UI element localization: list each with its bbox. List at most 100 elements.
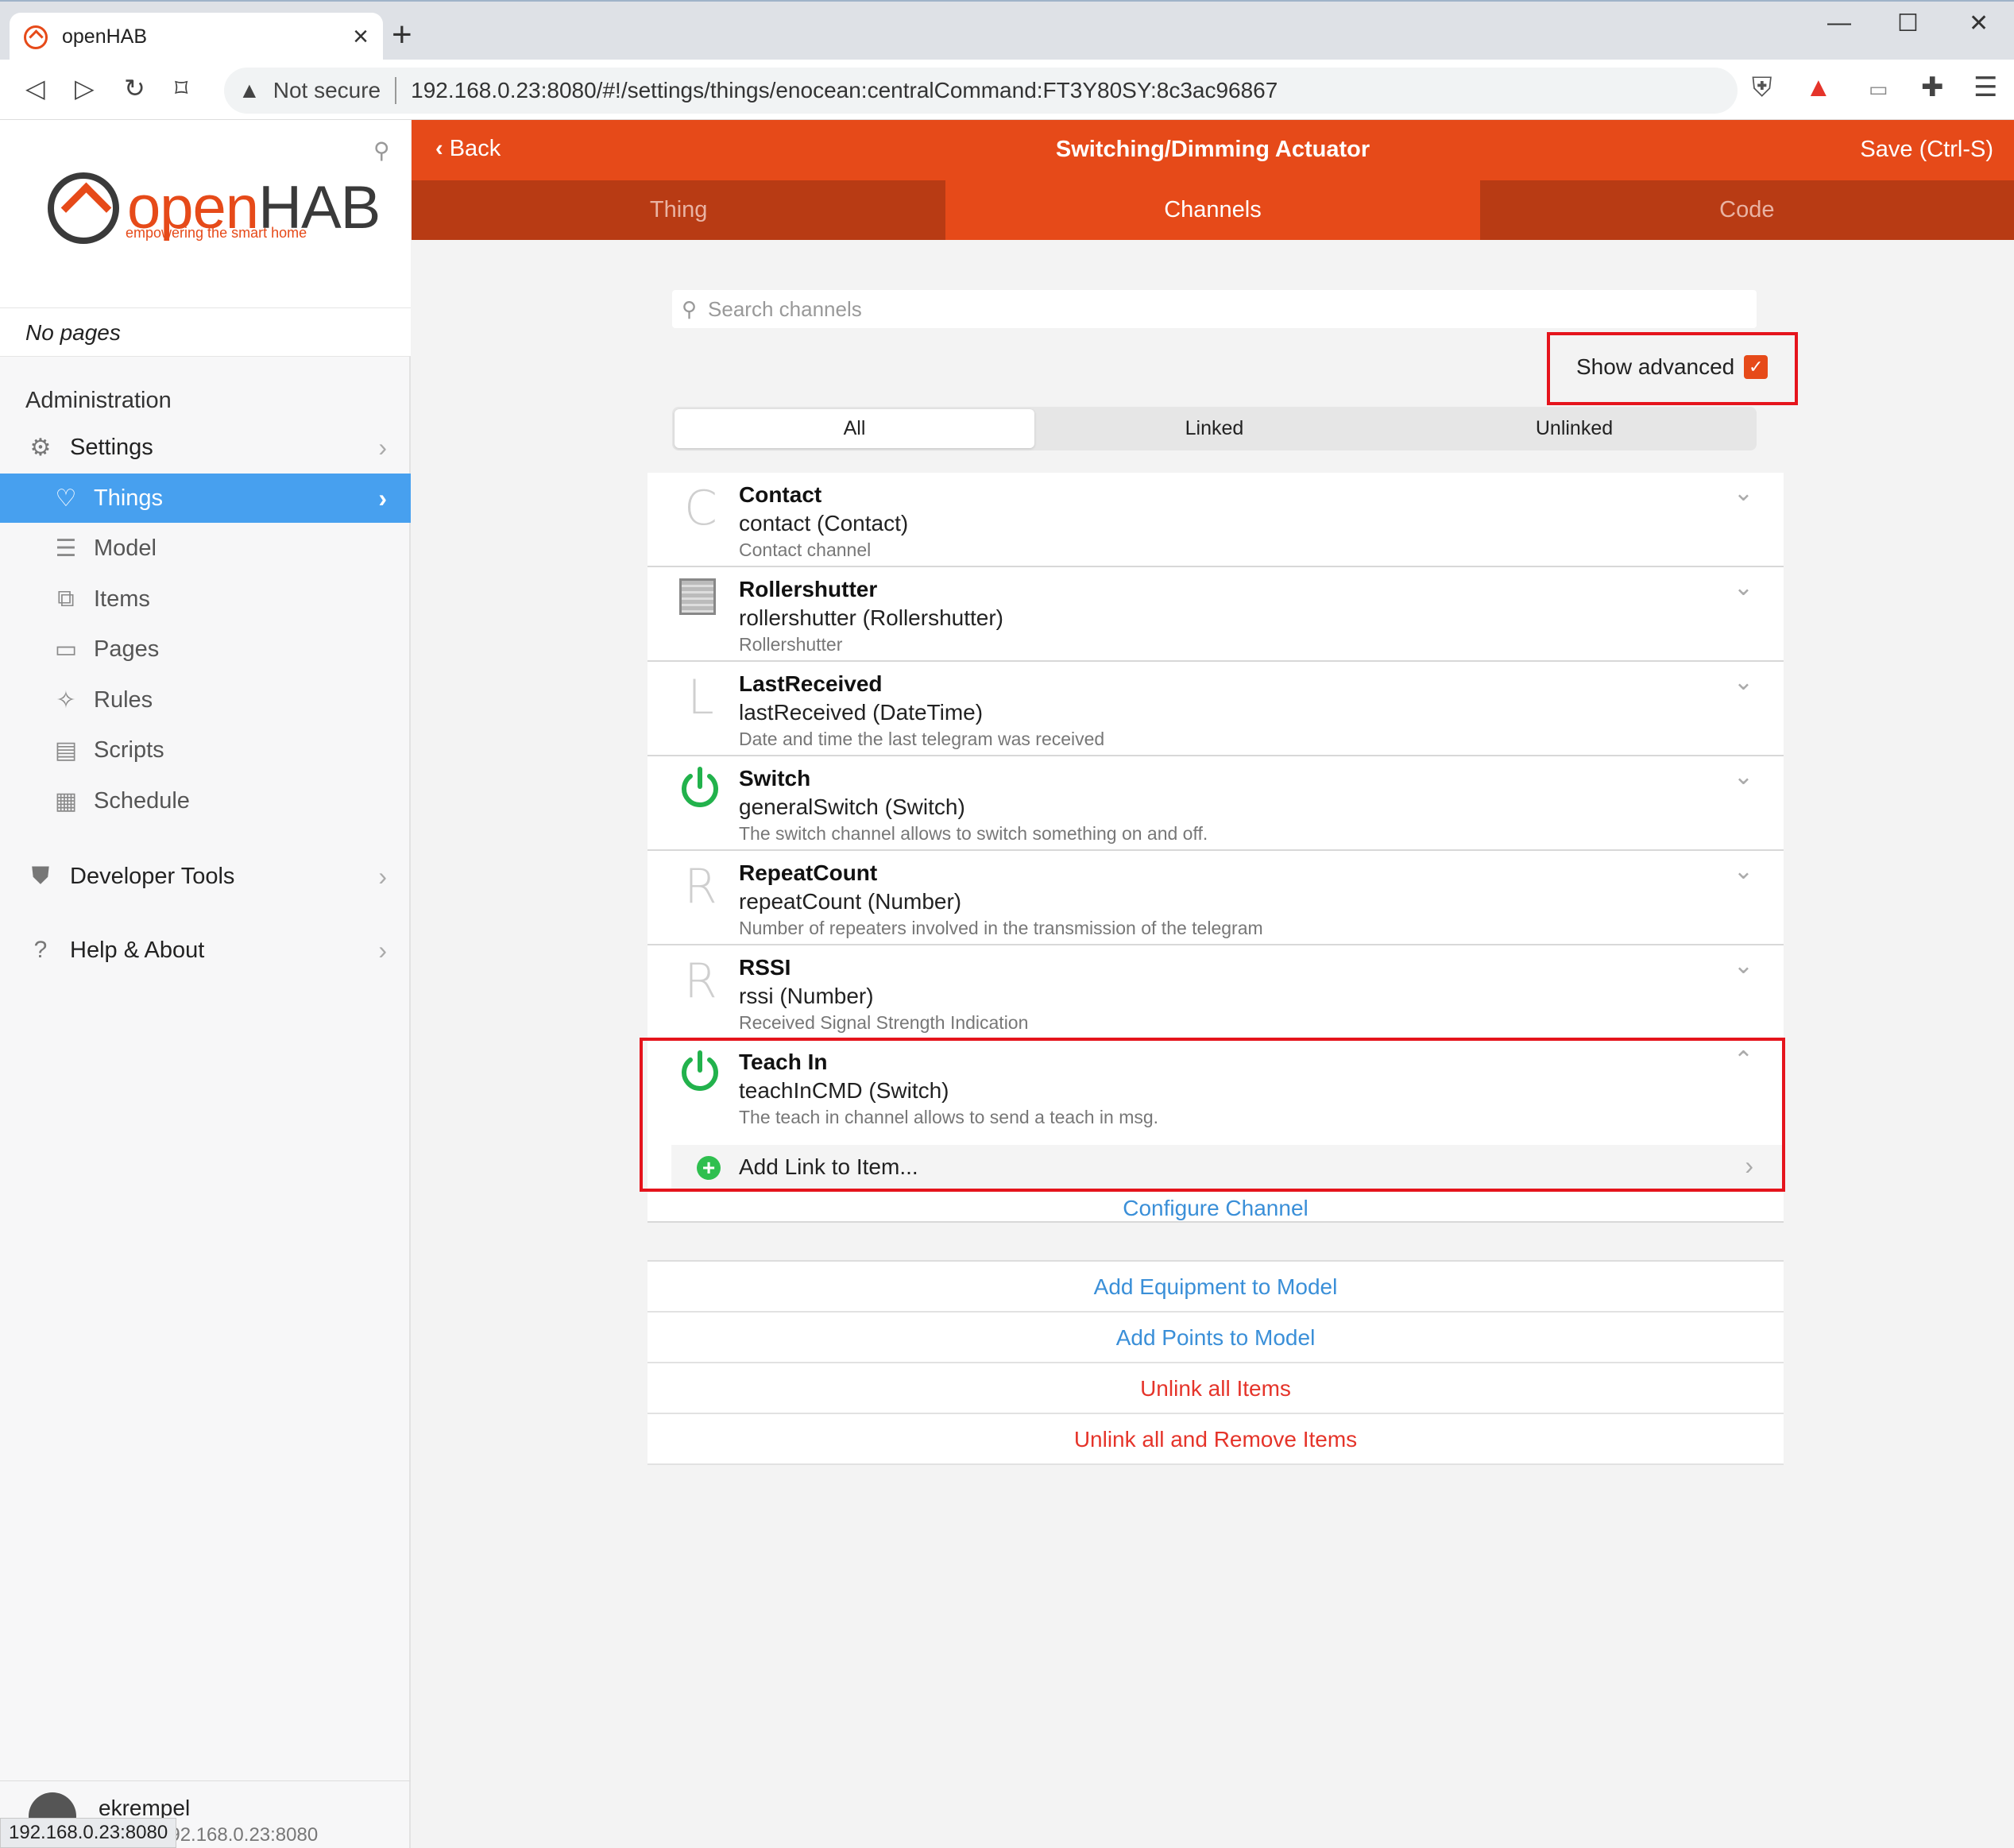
channel-type: generalSwitch (Switch) (739, 794, 965, 819)
list-item[interactable]: R RSSI rssi (Number) Received Signal Str… (647, 945, 1784, 1040)
sidebar-item-help-about[interactable]: ? Help & About › (0, 926, 411, 975)
channel-type: contact (Contact) (739, 511, 909, 535)
save-button[interactable]: Save (Ctrl-S) (1860, 137, 1993, 163)
channel-name: Rollershutter (739, 577, 878, 601)
sidebar-item-scripts[interactable]: ▤ Scripts (0, 725, 411, 775)
add-points-button[interactable]: Add Points to Model (647, 1313, 1784, 1363)
channel-filter: All Linked Unlinked (672, 407, 1757, 450)
new-tab-button[interactable]: + (392, 17, 412, 52)
bookmark-icon[interactable]: ⌑ (175, 75, 187, 101)
unlink-remove-button[interactable]: Unlink all and Remove Items (647, 1414, 1784, 1465)
menu-icon[interactable]: ☰ (1973, 74, 1997, 101)
reload-icon[interactable]: ↻ (124, 75, 145, 101)
logo-tagline: empowering the smart home (126, 225, 307, 241)
pin-icon[interactable]: ⚲ (373, 137, 390, 164)
brave-rewards-icon[interactable]: ▲ (1805, 74, 1832, 101)
gear-icon: ⚙ (29, 434, 52, 461)
channel-type: rssi (Number) (739, 984, 874, 1008)
channel-type: repeatCount (Number) (739, 889, 962, 914)
chevron-right-icon: › (378, 483, 387, 512)
browser-navbar: ◁ ▷ ↻ ⌑ ▲ Not secure 192.168.0.23:8080/#… (0, 60, 2014, 120)
sidebar-item-things[interactable]: ♡ Things › (0, 474, 411, 523)
css-extension-icon[interactable]: ▭ (1869, 79, 1888, 99)
close-tab-icon[interactable]: × (353, 21, 369, 52)
minimize-icon[interactable]: — (1827, 10, 1851, 37)
sidebar-item-developer-tools[interactable]: ⛊ Developer Tools › (0, 852, 411, 901)
filter-linked[interactable]: Linked (1034, 409, 1394, 448)
document-icon: ▤ (54, 736, 78, 764)
chevron-down-icon[interactable]: ⌄ (1734, 668, 1753, 696)
chevron-down-icon[interactable]: ⌄ (1734, 479, 1753, 507)
chevron-down-icon[interactable]: ⌄ (1734, 857, 1753, 885)
channel-desc: Contact channel (739, 539, 872, 560)
list-item[interactable]: R RepeatCount repeatCount (Number) Numbe… (647, 851, 1784, 945)
channel-desc: Number of repeaters involved in the tran… (739, 918, 1263, 938)
rollershutter-icon (679, 578, 716, 615)
chevron-right-icon: › (378, 935, 387, 965)
close-window-icon[interactable]: ✕ (1969, 10, 1989, 37)
brave-shield-icon[interactable]: ⛨ (1752, 74, 1772, 101)
channel-desc: The switch channel allows to switch some… (739, 823, 1208, 844)
user-host: 192.168.0.23:8080 (159, 1824, 319, 1846)
show-advanced-toggle[interactable]: Show advanced ✓ (1576, 354, 1769, 380)
page-title: Switching/Dimming Actuator (1055, 137, 1370, 162)
divider (395, 77, 397, 104)
sidebar-item-pages[interactable]: ▭ Pages (0, 624, 411, 674)
browser-tab[interactable]: openHAB × (10, 13, 383, 61)
search-input[interactable] (708, 296, 1741, 322)
add-equipment-button[interactable]: Add Equipment to Model (647, 1262, 1784, 1313)
channel-desc: Received Signal Strength Indication (739, 1012, 1029, 1033)
channel-name: Contact (739, 482, 822, 507)
help-icon: ? (33, 937, 48, 963)
openhab-favicon-icon (24, 25, 48, 49)
address-bar[interactable]: ▲ Not secure 192.168.0.23:8080/#!/settin… (224, 68, 1738, 114)
list-item[interactable]: C Contact contact (Contact) Contact chan… (647, 473, 1784, 567)
highlight-box (640, 1038, 1785, 1192)
url-text[interactable]: 192.168.0.23:8080/#!/settings/things/eno… (411, 78, 1278, 103)
channel-desc: Date and time the last telegram was rece… (739, 729, 1105, 749)
channel-name: RepeatCount (739, 860, 878, 885)
show-advanced-label: Show advanced (1576, 354, 1735, 379)
chevron-down-icon[interactable]: ⌄ (1734, 763, 1753, 791)
tab-channels[interactable]: Channels (945, 180, 1480, 240)
channel-name: LastReceived (739, 671, 883, 696)
chevron-down-icon[interactable]: ⌄ (1734, 574, 1753, 601)
power-icon (682, 767, 718, 807)
items-icon: ⧉ (57, 586, 75, 612)
channel-type: rollershutter (Rollershutter) (739, 605, 1003, 630)
no-pages-label: No pages (0, 307, 411, 357)
channel-name: RSSI (739, 955, 791, 980)
sidebar-item-model[interactable]: ☰ Model (0, 524, 411, 573)
extensions-icon[interactable]: ✚ (1921, 74, 1944, 101)
list-item[interactable]: L LastReceived lastReceived (DateTime) D… (647, 662, 1784, 756)
filter-all[interactable]: All (675, 409, 1034, 448)
logo-area: ⚲ openHAB empowering the smart home (0, 120, 411, 307)
sidebar-item-items[interactable]: ⧉ Items (0, 574, 411, 624)
forward-nav-icon[interactable]: ▷ (75, 75, 95, 101)
list-item[interactable]: Switch generalSwitch (Switch) The switch… (647, 756, 1784, 851)
chevron-right-icon: › (378, 432, 387, 462)
filter-unlinked[interactable]: Unlinked (1394, 409, 1754, 448)
list-icon: ☰ (55, 535, 77, 562)
configure-channel-link[interactable]: Configure Channel (647, 1196, 1784, 1221)
list-item[interactable]: Rollershutter rollershutter (Rollershutt… (647, 567, 1784, 662)
channel-name: Switch (739, 766, 811, 791)
chevron-down-icon[interactable]: ⌄ (1734, 952, 1753, 980)
sidebar-item-schedule[interactable]: ▦ Schedule (0, 776, 411, 825)
sidebar-item-settings[interactable]: ⚙ Settings › (0, 423, 411, 472)
browser-tabbar: openHAB × + — ☐ ✕ (0, 0, 2014, 61)
tab-code[interactable]: Code (1479, 180, 2014, 240)
rssi-icon: R (684, 953, 717, 1009)
openhab-logo-icon (48, 172, 119, 244)
administration-title: Administration (25, 388, 172, 413)
lightbulb-icon: ♡ (55, 485, 77, 512)
search-icon: ⚲ (682, 296, 698, 321)
unlink-all-button[interactable]: Unlink all Items (647, 1363, 1784, 1414)
actions-list: Add Equipment to Model Add Points to Mod… (647, 1260, 1784, 1465)
back-nav-icon[interactable]: ◁ (25, 75, 45, 101)
tab-thing[interactable]: Thing (412, 180, 946, 240)
maximize-icon[interactable]: ☐ (1897, 10, 1919, 37)
show-advanced-checkbox[interactable]: ✓ (1744, 355, 1769, 379)
lastreceived-icon: L (687, 670, 714, 725)
sidebar-item-rules[interactable]: ✧ Rules (0, 675, 411, 725)
